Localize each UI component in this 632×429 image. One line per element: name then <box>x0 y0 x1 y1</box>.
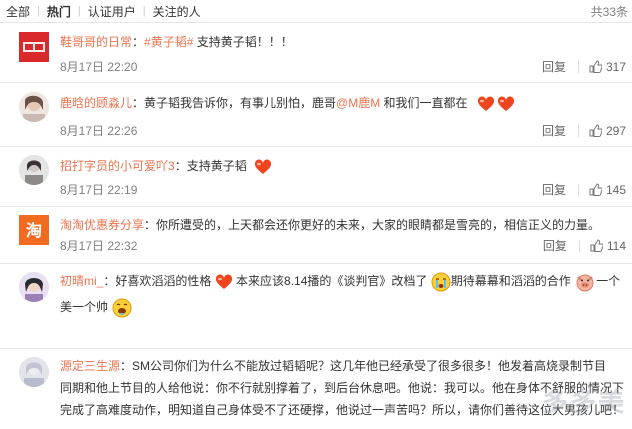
comment-time: 8月17日 22:19 <box>60 183 138 197</box>
reply-button[interactable]: 回复 <box>542 58 566 75</box>
comment-text: ：你所遭受的，上天都会还你更好的未来，大家的眼睛都是雪亮的，相信正义的力量。 <box>144 218 601 232</box>
tab-hot[interactable]: 热门 <box>40 3 78 20</box>
avatar[interactable] <box>19 92 49 122</box>
reply-button[interactable]: 回复 <box>542 122 566 139</box>
comment-item: 淘 淘淘优惠券分享：你所遭受的，上天都会还你更好的未来，大家的眼睛都是雪亮的，相… <box>0 207 632 264</box>
svg-text:淘: 淘 <box>26 221 42 240</box>
comment-time: 8月17日 22:26 <box>60 124 138 138</box>
comment-body-line3: 完成了高难度动作，明知道自己身体受不了还硬撑，他说过一声苦吗？所以，请你们善待这… <box>60 399 624 421</box>
comment-body: 淘淘优惠券分享：你所遭受的，上天都会还你更好的未来，大家的眼睛都是雪亮的，相信正… <box>60 214 624 236</box>
comment-time: 8月17日 22:20 <box>60 60 138 74</box>
comment-text: 支持黄子韬！！！ <box>193 35 293 49</box>
avatar[interactable] <box>19 155 49 185</box>
divider <box>577 60 579 73</box>
comment-text: 完成了高难度动作，明知道自己身体受不了还硬撑，他说过一声苦吗？所以，请你们善待这… <box>60 403 625 417</box>
comment-text: ： <box>132 35 145 49</box>
reply-button[interactable]: 回复 <box>543 237 567 254</box>
user-avatar-icon <box>19 357 49 387</box>
username-link[interactable]: 初晴mi_ <box>60 274 103 288</box>
username-link[interactable]: 鹿晗的顾淼儿 <box>60 96 132 110</box>
like-count: 317 <box>605 59 626 74</box>
drooling-face-icon <box>112 298 132 318</box>
comment-body-line2: 同期和他上节目的人给他说：你不行就别撑着了，到后台休息吧。他说：我可以。他在身体… <box>60 377 624 399</box>
username-link[interactable]: 源定三生源 <box>60 359 120 373</box>
like-icon[interactable] <box>589 60 602 73</box>
like-count: 297 <box>605 123 626 138</box>
avatar[interactable]: 淘 <box>19 215 49 245</box>
comment-actions: 回复 297 <box>542 122 626 139</box>
like-icon[interactable] <box>590 239 603 252</box>
username-link[interactable]: 淘淘优惠券分享 <box>60 218 144 232</box>
comment-item: 初晴mi_：好喜欢滔滔的性格 本来应该8.14播的《谈判官》改档了 期待幕幕和滔… <box>0 264 632 349</box>
hashtag-link[interactable]: #黄子韬# <box>144 35 193 49</box>
heart-icon <box>255 159 272 174</box>
pig-face-icon <box>576 274 594 292</box>
comment-text: ：支持黄子韬 <box>174 159 247 173</box>
comment-text: ：好喜欢滔滔的性格 <box>103 274 212 288</box>
divider <box>577 183 579 196</box>
like-icon[interactable] <box>589 183 602 196</box>
username-link[interactable]: 鞋哥哥的日常 <box>60 35 132 49</box>
comment-body: 初晴mi_：好喜欢滔滔的性格 本来应该8.14播的《谈判官》改档了 期待幕幕和滔… <box>60 270 624 293</box>
comment-text: ：SM公司你们为什么不能放过韬韬呢？这几年他已经承受了很多很多！他发着高烧录制节… <box>120 359 607 373</box>
heart-icon <box>215 274 232 289</box>
like-count: 145 <box>605 182 626 197</box>
avatar[interactable] <box>19 357 49 387</box>
comment-body-line2: 美一个帅 <box>60 296 624 319</box>
reply-button[interactable]: 回复 <box>542 181 566 198</box>
crying-face-icon <box>431 272 451 292</box>
taobao-logo-icon: 淘 <box>19 215 49 245</box>
comment-count: 共33条 <box>590 4 628 19</box>
comment-body: 鹿晗的顾淼儿：黄子韬我告诉你，有事儿别怕，鹿哥@M鹿M 和我们一直都在 <box>60 92 624 114</box>
username-link[interactable]: 招打字员的小可爱吖3 <box>60 159 175 173</box>
comment-item: 鹿晗的顾淼儿：黄子韬我告诉你，有事儿别怕，鹿哥@M鹿M 和我们一直都在 8月17… <box>0 83 632 147</box>
comment-item: 招打字员的小可爱吖3：支持黄子韬 8月17日 22:19 回复 145 <box>0 147 632 207</box>
user-avatar-icon <box>19 92 49 122</box>
user-avatar-icon <box>19 272 49 302</box>
avatar[interactable] <box>19 272 49 302</box>
user-avatar-icon <box>19 155 49 185</box>
heart-icon <box>477 96 494 111</box>
comment-actions: 回复 317 <box>542 58 626 75</box>
comment-body: 源定三生源：SM公司你们为什么不能放过韬韬呢？这几年他已经承受了很多很多！他发着… <box>60 355 624 377</box>
comment-body: 鞋哥哥的日常：#黄子韬# 支持黄子韬！！！ <box>60 31 624 53</box>
tab-following[interactable]: 关注的人 <box>146 3 208 20</box>
like-count: 114 <box>606 238 626 253</box>
comment-list: 鞋哥哥的日常：#黄子韬# 支持黄子韬！！！ 8月17日 22:20 回复 317… <box>0 23 632 429</box>
comment-text: 期待幕幕和滔滔的合作 <box>450 274 571 288</box>
comment-actions: 回复 145 <box>542 181 626 198</box>
watermark: 多多美 <box>541 387 626 417</box>
tab-verified[interactable]: 认证用户 <box>81 3 143 20</box>
comment-item: 源定三生源：SM公司你们为什么不能放过韬韬呢？这几年他已经承受了很多很多！他发着… <box>0 349 632 429</box>
comment-text: 本来应该8.14播的《谈判官》改档了 <box>232 274 428 288</box>
comment-body: 招打字员的小可爱吖3：支持黄子韬 <box>60 155 624 177</box>
comment-panel: 全部 | 热门 | 认证用户 | 关注的人 共33条 鞋哥哥的日常：#黄子韬# 支持黄… <box>0 0 632 429</box>
comment-text: 和我们一直都在 <box>380 96 468 110</box>
brand-logo-icon <box>19 32 49 62</box>
comment-text: 美一个帅 <box>60 300 109 314</box>
comment-text: 同期和他上节目的人给他说：你不行就别撑着了，到后台休息吧。他说：我可以。他在身体… <box>60 381 625 395</box>
divider <box>577 124 579 137</box>
like-icon[interactable] <box>589 124 602 137</box>
comment-actions: 回复 114 <box>543 237 626 254</box>
mention-link[interactable]: @M鹿M <box>336 96 380 110</box>
tab-all[interactable]: 全部 <box>6 3 37 20</box>
comment-item: 鞋哥哥的日常：#黄子韬# 支持黄子韬！！！ 8月17日 22:20 回复 317 <box>0 23 632 83</box>
avatar[interactable] <box>19 32 49 62</box>
comment-text: 一个 <box>596 274 621 288</box>
comment-time: 8月17日 22:32 <box>60 239 138 253</box>
comment-text: ：黄子韬我告诉你，有事儿别怕，鹿哥 <box>132 96 337 110</box>
divider <box>578 239 580 252</box>
filter-tabs: 全部 | 热门 | 认证用户 | 关注的人 共33条 <box>0 0 632 23</box>
heart-icon <box>497 96 514 111</box>
